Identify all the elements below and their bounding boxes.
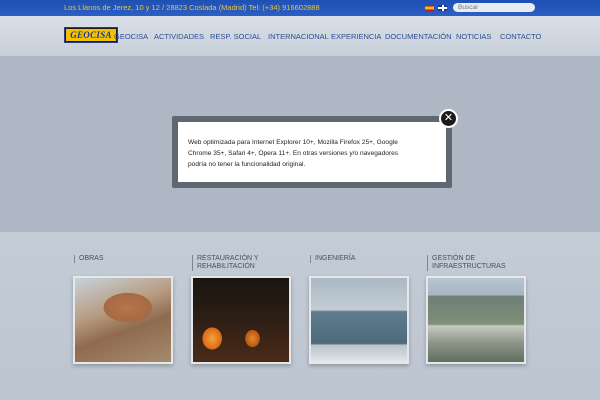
address-text: Los Llanos de Jerez, 10 y 12 / 28823 Cos… bbox=[64, 3, 320, 12]
browser-warning-modal: Web optimizada para Internet Explorer 10… bbox=[172, 116, 452, 188]
nav-item-contacto[interactable]: CONTACTO bbox=[500, 32, 541, 41]
nav-item-experiencia[interactable]: EXPERIENCIA bbox=[331, 32, 381, 41]
nav-item-resp-social[interactable]: RESP. SOCIAL bbox=[210, 32, 261, 41]
category-image-restauracion[interactable] bbox=[191, 276, 291, 364]
category-title-gestion[interactable]: GESTIÓN DE INFRAESTRUCTURAS bbox=[427, 255, 523, 271]
modal-content: Web optimizada para Internet Explorer 10… bbox=[178, 122, 446, 182]
category-title-restauracion[interactable]: RESTAURACIÓN Y REHABILITACIÓN bbox=[192, 255, 288, 271]
category-image-ingenieria[interactable] bbox=[309, 276, 409, 364]
modal-message: Web optimizada para Internet Explorer 10… bbox=[188, 139, 399, 168]
uk-flag-icon[interactable] bbox=[438, 5, 447, 11]
category-title-obras[interactable]: OBRAS bbox=[74, 255, 170, 263]
es-flag-icon[interactable] bbox=[425, 5, 434, 11]
nav-item-noticias[interactable]: NOTICIAS bbox=[456, 32, 491, 41]
category-image-obras[interactable] bbox=[73, 276, 173, 364]
geocisa-logo[interactable]: GEOCISA bbox=[64, 27, 118, 43]
close-icon[interactable]: ✕ bbox=[439, 109, 458, 128]
logo-text: GEOCISA bbox=[66, 29, 116, 41]
category-image-gestion[interactable] bbox=[426, 276, 526, 364]
nav-item-geocisa[interactable]: GEOCISA bbox=[114, 32, 148, 41]
category-title-ingenieria[interactable]: INGENIERÍA bbox=[310, 255, 406, 263]
top-bar: Los Llanos de Jerez, 10 y 12 / 28823 Cos… bbox=[0, 0, 600, 16]
nav-item-documentacion[interactable]: DOCUMENTACIÓN bbox=[385, 32, 452, 41]
header-nav-band: GEOCISA GEOCISA ACTIVIDADES RESP. SOCIAL… bbox=[0, 16, 600, 56]
nav-item-actividades[interactable]: ACTIVIDADES bbox=[154, 32, 204, 41]
nav-item-internacional[interactable]: INTERNACIONAL bbox=[268, 32, 329, 41]
search-input[interactable] bbox=[453, 3, 535, 12]
